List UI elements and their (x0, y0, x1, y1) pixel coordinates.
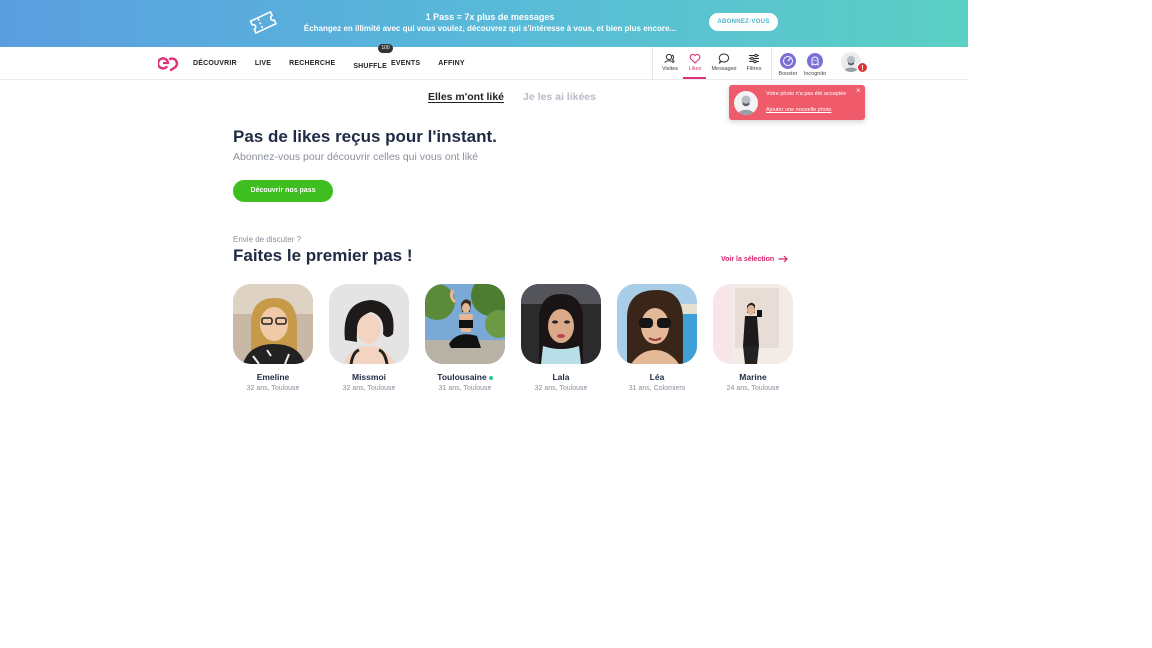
shuffle-badge: 100 (378, 43, 393, 53)
profile-meta: 32 ans, Toulouse (342, 385, 396, 392)
profile-photo[interactable] (425, 284, 505, 364)
nav-filtres-label: Filtres (746, 66, 762, 72)
visits-icon (664, 53, 675, 64)
discover-pass-button[interactable]: Découvrir nos pass (233, 180, 333, 202)
logo-icon[interactable] (158, 54, 180, 72)
nav-divider-2 (771, 47, 772, 80)
nav-visites[interactable]: Visites (656, 53, 684, 73)
profile-meta: 32 ans, Toulouse (534, 385, 588, 392)
promo-title: 1 Pass = 7x plus de messages (425, 12, 555, 22)
empty-subtitle: Abonnez-vous pour découvrir celles qui v… (233, 151, 479, 163)
top-nav: DÉCOUVRIR LIVE RECHERCHE SHUFFLE 100 EVE… (0, 43, 968, 80)
nav-likes-label: Likes (688, 66, 702, 72)
nav-filtres[interactable]: Filtres (740, 53, 768, 73)
nav-booster-label: Booster (778, 71, 798, 77)
profile-card[interactable]: Missmoi 32 ans, Toulouse (329, 284, 409, 392)
nav-shuffle-wrap[interactable]: SHUFFLE 100 (353, 43, 393, 73)
booster-icon (780, 53, 796, 69)
close-icon[interactable]: × (856, 86, 861, 95)
nav-events[interactable]: EVENTS (391, 60, 420, 67)
nav-visites-label: Visites (661, 66, 679, 72)
online-indicator (488, 375, 493, 380)
profile-meta: 24 ans, Toulouse (726, 385, 780, 392)
toast-message: Votre photo n'a pas été acceptée (766, 91, 847, 97)
ticket-icon (249, 10, 277, 35)
likes-active-indicator (683, 77, 706, 79)
nav-divider (652, 47, 653, 80)
nav-decouvrir[interactable]: DÉCOUVRIR (193, 60, 237, 67)
profile-photo[interactable] (713, 284, 793, 364)
avatar-placeholder-icon (738, 95, 754, 115)
tab-received-likes[interactable]: Elles m'ont liké (428, 91, 504, 103)
arrow-right-icon (778, 255, 789, 263)
profile-card[interactable]: Emeline 32 ans, Toulouse (233, 284, 313, 392)
nav-incognito-label: Incognito (803, 71, 827, 77)
alert-badge: ! (857, 62, 868, 73)
profile-photo[interactable] (521, 284, 601, 364)
section-pretitle: Envie de discuter ? (233, 235, 302, 244)
nav-shuffle[interactable]: SHUFFLE (353, 63, 387, 70)
heart-icon (689, 53, 701, 64)
profile-list: Emeline 32 ans, Toulouse Missmoi 32 ans,… (233, 284, 793, 392)
empty-title: Pas de likes reçus pour l'instant. (233, 127, 497, 146)
profile-card[interactable]: Marine 24 ans, Toulouse (713, 284, 793, 392)
nav-recherche[interactable]: RECHERCHE (289, 60, 335, 67)
nav-live[interactable]: LIVE (255, 60, 271, 67)
nav-likes[interactable]: Likes (681, 53, 709, 73)
profile-card[interactable]: Lala 32 ans, Toulouse (521, 284, 601, 392)
photo-rejected-toast: Votre photo n'a pas été acceptée Ajouter… (729, 85, 865, 120)
nav-booster[interactable]: Booster (774, 53, 802, 78)
promo-subtitle: Échangez en illimité avec qui vous voule… (303, 24, 677, 33)
filters-icon (749, 53, 759, 64)
nav-messages[interactable]: Messages (710, 53, 738, 73)
profile-card[interactable]: Toulousaine 31 ans, Toulouse (425, 284, 505, 392)
add-photo-link[interactable]: Ajouter une nouvelle photo (766, 107, 831, 113)
promo-banner[interactable]: 1 Pass = 7x plus de messages Échangez en… (0, 0, 968, 47)
subscribe-button[interactable]: ABONNEZ-VOUS (709, 13, 778, 31)
profile-photo[interactable] (617, 284, 697, 364)
profile-photo[interactable] (233, 284, 313, 364)
see-selection-link[interactable]: Voir la sélection (721, 255, 789, 263)
see-selection-label: Voir la sélection (721, 255, 775, 263)
profile-name: Toulousaine (437, 372, 487, 382)
nav-affiny[interactable]: AFFINY (438, 60, 464, 67)
toast-avatar (734, 91, 758, 115)
profile-name: Emeline (256, 372, 290, 382)
nav-incognito[interactable]: Incognito (801, 53, 829, 78)
page: 1 Pass = 7x plus de messages Échangez en… (0, 0, 1152, 648)
tab-sent-likes[interactable]: Je les ai likées (523, 91, 596, 103)
nav-messages-label: Messages (711, 66, 737, 72)
message-icon (718, 53, 730, 64)
profile-photo[interactable] (329, 284, 409, 364)
profile-meta: 31 ans, Colomiers (628, 385, 686, 392)
profile-name: Léa (649, 372, 665, 382)
section-title: Faites le premier pas ! (233, 246, 413, 265)
profile-meta: 31 ans, Toulouse (438, 385, 492, 392)
profile-name: Marine (739, 372, 767, 382)
profile-meta: 32 ans, Toulouse (246, 385, 300, 392)
profile-name: Missmoi (351, 372, 386, 382)
profile-card[interactable]: Léa 31 ans, Colomiers (617, 284, 697, 392)
incognito-icon (807, 53, 823, 69)
profile-name: Lala (552, 372, 570, 382)
